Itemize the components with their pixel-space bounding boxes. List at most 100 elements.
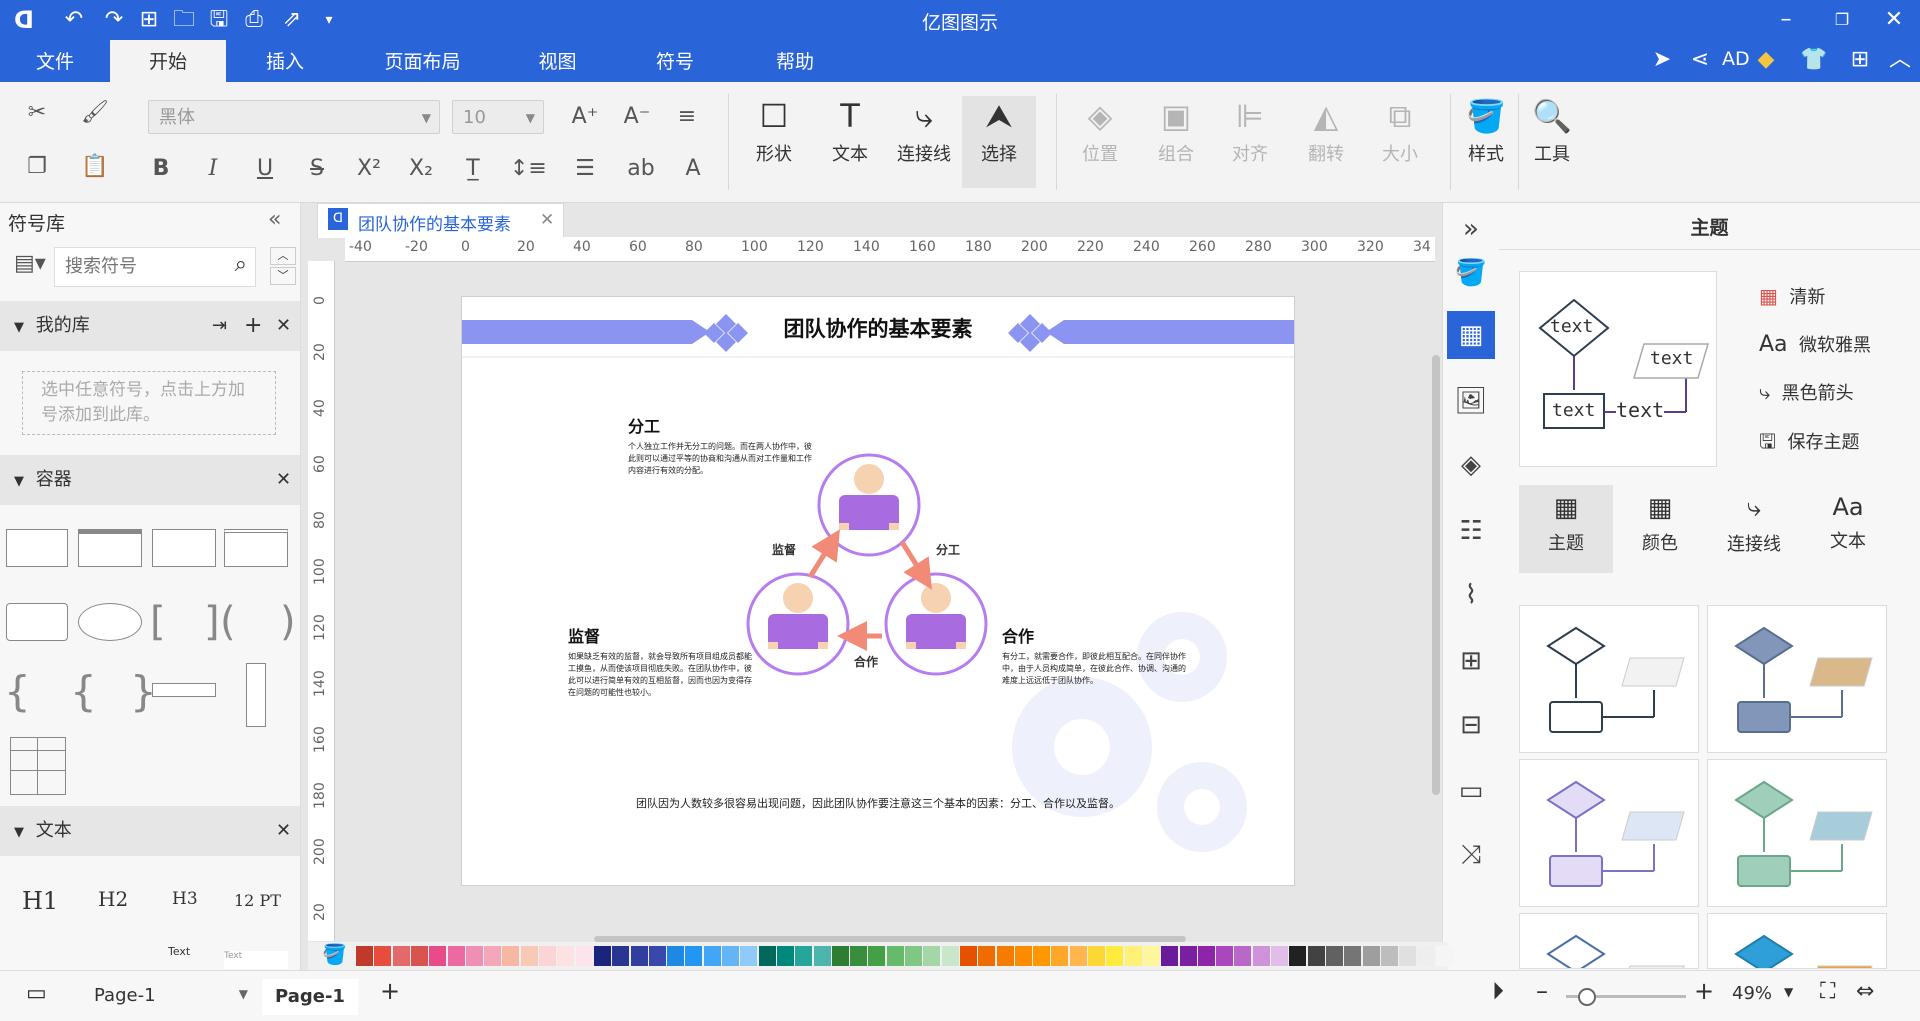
close-tab-icon[interactable]: ✕ [540,210,554,230]
theme-card[interactable] [1707,759,1887,907]
color-swatch[interactable] [1014,946,1032,966]
menu-file[interactable]: 文件 [20,40,90,82]
import-icon[interactable]: ⇥ [212,301,227,351]
zoom-dropdown-icon[interactable]: ▼ [1784,985,1793,999]
pt-text-sample[interactable]: 12 PT [234,891,281,910]
option-fresh[interactable]: ▦ 清新 [1759,283,1825,309]
bar-shape[interactable] [152,683,216,697]
text-block-sample[interactable]: Text [168,945,190,958]
color-swatch[interactable] [1344,946,1362,966]
position-button[interactable]: ◈ 位置 [1068,96,1132,166]
font-color-icon[interactable]: A [678,154,708,184]
tab-symbol[interactable]: 符号 [640,40,710,82]
size-button[interactable]: ⧉ 大小 [1368,96,1432,166]
bracket-shape[interactable]: [ [150,599,166,645]
chart-icon[interactable]: ⌇ [1449,573,1493,617]
color-swatch[interactable] [374,946,392,966]
option-arrow[interactable]: ⤷ 黑色箭头 [1759,379,1854,405]
color-swatch[interactable] [648,946,666,966]
container-header[interactable]: ▼ 容器 ✕ [0,455,300,505]
color-swatch[interactable] [1271,946,1288,966]
color-swatch[interactable] [1417,946,1435,966]
ellipse-shape[interactable] [78,603,142,641]
tab-insert[interactable]: 插入 [245,40,325,82]
tab-connector[interactable]: ⤷ 连接线 [1707,485,1801,573]
color-swatch[interactable] [703,946,721,966]
tab-color[interactable]: ▦ 颜色 [1613,485,1707,573]
text-fengong[interactable]: 个人独立工作并无分工的问题。而在两人协作中，彼此则可以通过平等的协商和沟通从而对… [628,441,814,477]
container-shape[interactable] [78,529,142,567]
add-page-icon[interactable]: + [380,977,400,1005]
close-icon[interactable]: ✕ [1880,6,1908,34]
document-tab[interactable]: ᗡ 团队协作的基本要素 ✕ [317,203,564,238]
color-swatch[interactable] [1161,946,1179,966]
text-jiandu[interactable]: 如果缺乏有效的监督，就会导致所有项目组成员都能工摸鱼，从而使该项目彻底失败。在团… [568,651,756,699]
subscript-icon[interactable]: X₂ [406,154,436,184]
color-swatch[interactable] [1069,946,1087,966]
color-swatch[interactable] [1399,946,1417,966]
container-shape[interactable] [224,529,288,567]
color-swatch[interactable] [1380,946,1398,966]
print-icon[interactable]: ⎙ [240,6,268,34]
color-swatch[interactable] [539,946,556,966]
h2-text-sample[interactable]: H2 [98,887,128,911]
symbol-search[interactable]: ⌕ [54,247,256,287]
theme-icon[interactable]: ▦ [1447,311,1495,359]
image-icon[interactable]: 🖼 [1449,379,1493,423]
footer-text[interactable]: 团队因为人数较多很容易出现问题，因此团队协作要注意这三个基本的因素：分工、合作以… [462,795,1294,811]
export-icon[interactable]: ⇗ [278,6,306,34]
align-text-icon[interactable]: ≡ [672,102,702,132]
color-swatch[interactable] [1252,946,1270,966]
color-swatch[interactable] [465,946,483,966]
paren-shape[interactable]: ) [280,599,296,645]
fill-bucket-icon[interactable]: 🪣 [322,942,347,966]
theme-card[interactable] [1519,759,1699,907]
expand-panel-icon[interactable]: » [1449,207,1493,251]
bold-icon[interactable]: B [146,154,176,184]
theme-card[interactable] [1707,913,1887,969]
select-button[interactable]: ⮝ 选择 [962,96,1036,188]
shape-button[interactable]: ☐ 形状 [742,96,806,166]
search-input[interactable] [63,248,217,284]
text-hezuo[interactable]: 有分工，就需要合作，即彼此相互配合。在同伴协作中，由于人员构成简单，在彼此合作、… [1002,651,1192,687]
color-swatch[interactable] [1179,946,1197,966]
h1-text-sample[interactable]: H1 [22,887,58,915]
zoom-slider[interactable] [1566,988,1686,1006]
new-file-icon[interactable]: ⊞ [135,6,163,34]
text-block-sample[interactable]: Text [224,951,288,969]
text-case-icon[interactable]: ab [626,154,656,184]
color-swatch[interactable] [630,946,648,966]
page-view-icon[interactable]: ▭ [26,981,47,1006]
color-swatch[interactable] [484,946,502,966]
color-swatch[interactable] [978,946,996,966]
format-painter-icon[interactable]: 🖌 [80,98,110,128]
heading-fengong[interactable]: 分工 [628,413,660,437]
color-swatch[interactable] [356,946,373,966]
container-shape[interactable] [6,603,68,641]
increase-font-icon[interactable]: A⁺ [570,102,600,132]
color-swatch[interactable] [1142,946,1160,966]
fit-page-icon[interactable]: ⛶ [1820,979,1835,1004]
label-fengong[interactable]: 分工 [936,541,960,558]
table-shape[interactable] [10,737,66,795]
tab-theme[interactable]: ▦ 主题 [1519,485,1613,573]
apps-icon[interactable]: ⊞ [1846,46,1874,74]
text-button[interactable]: T 文本 [818,96,882,166]
copy-icon[interactable]: ❐ [22,152,52,182]
color-swatch[interactable] [923,946,941,966]
option-font[interactable]: Aa 微软雅黑 [1759,331,1871,357]
heading-hezuo[interactable]: 合作 [1002,623,1034,647]
color-swatch[interactable] [1307,946,1325,966]
cut-icon[interactable]: ✂ [22,98,52,128]
italic-icon[interactable]: I [198,154,228,184]
color-swatch[interactable] [722,946,739,966]
flip-button[interactable]: ◭ 翻转 [1294,96,1358,166]
color-swatch[interactable] [1051,946,1069,966]
scroll-down-icon[interactable]: ﹀ [270,267,296,285]
style-button[interactable]: 🪣 样式 [1454,96,1518,166]
theme-card[interactable] [1707,605,1887,753]
color-swatch[interactable] [868,946,886,966]
theme-preview[interactable]: text text text text [1519,271,1717,467]
search-icon[interactable]: ⌕ [235,252,247,277]
bracket-shape[interactable]: ] [204,599,220,645]
